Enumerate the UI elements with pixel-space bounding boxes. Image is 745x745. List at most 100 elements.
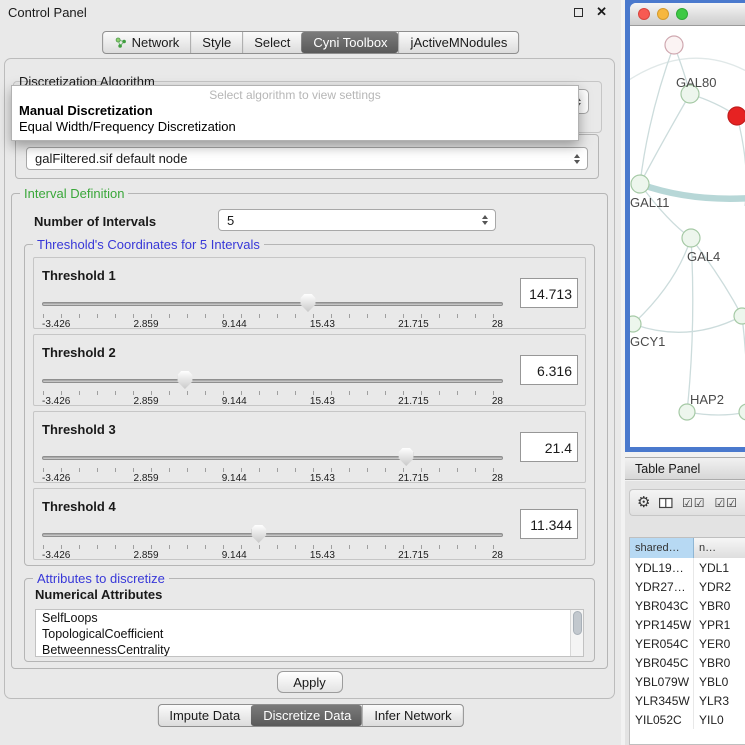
columns-icon[interactable] [659, 497, 673, 509]
scale-tick-label: 15.43 [310, 473, 335, 484]
slider-thumb[interactable] [300, 294, 315, 312]
table-row[interactable]: YBR043C YBR0 [630, 596, 745, 615]
table-row[interactable]: YBL079W YBL0 [630, 672, 745, 691]
table-data-selected-value: galFiltered.sif default node [35, 151, 187, 166]
tab-style[interactable]: Style [190, 32, 242, 53]
cell-name[interactable]: YBL0 [694, 672, 745, 691]
cell-name[interactable]: YLR3 [694, 691, 745, 710]
tab-infer-label: Infer Network [374, 708, 451, 723]
network-window-titlebar [630, 3, 745, 26]
table-panel-header[interactable]: Table Panel [625, 457, 745, 480]
tab-jactivemnodules[interactable]: jActiveMNodules [399, 32, 519, 53]
cell-name[interactable]: YIL0 [694, 710, 745, 729]
threshold-slider[interactable]: -3.426 2.859 9.144 15.43 21.715 28 [42, 452, 503, 484]
list-item[interactable]: TopologicalCoefficient [36, 626, 583, 642]
column-header-shared-name[interactable]: shared… [630, 538, 694, 558]
tab-discretize-data[interactable]: Discretize Data [251, 705, 362, 726]
network-canvas[interactable]: GAL80 GAL11 GAL4 GCY1 HAP2 [630, 26, 745, 447]
close-icon[interactable]: ✕ [596, 4, 607, 20]
network-node[interactable] [631, 175, 649, 193]
column-header-name[interactable]: n… [694, 538, 745, 558]
gear-icon[interactable]: ⚙ [637, 495, 650, 510]
thresholds-group-legend: Threshold's Coordinates for 5 Intervals [33, 237, 264, 252]
slider-track[interactable] [42, 302, 503, 306]
tab-cyni-toolbox[interactable]: Cyni Toolbox [301, 32, 398, 53]
table-row[interactable]: YLR345W YLR3 [630, 691, 745, 710]
threshold-slider[interactable]: -3.426 2.859 9.144 15.43 21.715 28 [42, 298, 503, 330]
threshold-slider[interactable]: -3.426 2.859 9.144 15.43 21.715 28 [42, 375, 503, 407]
network-node[interactable] [682, 229, 700, 247]
network-node[interactable] [739, 404, 745, 420]
cell-shared-name[interactable]: YER054C [630, 634, 694, 653]
table-row[interactable]: YDR27… YDR2 [630, 577, 745, 596]
table-row[interactable]: YPR145W YPR1 [630, 615, 745, 634]
scale-tick-label: -3.426 [42, 396, 70, 407]
close-traffic-light[interactable] [638, 8, 650, 20]
cell-name[interactable]: YBR0 [694, 653, 745, 672]
table-row[interactable]: YBR045C YBR0 [630, 653, 745, 672]
cell-name[interactable]: YPR1 [694, 615, 745, 634]
slider-thumb[interactable] [177, 371, 192, 389]
tab-discretize-label: Discretize Data [263, 708, 351, 723]
scrollbar-thumb[interactable] [573, 611, 582, 635]
tab-infer-network[interactable]: Infer Network [362, 705, 462, 726]
apply-button[interactable]: Apply [277, 671, 343, 693]
threshold-value-field[interactable]: 14.713 [520, 278, 578, 308]
float-window-icon[interactable] [574, 8, 583, 17]
list-item[interactable]: SelfLoops [36, 610, 583, 626]
cell-shared-name[interactable]: YLR345W [630, 691, 694, 710]
network-node[interactable] [734, 308, 745, 324]
thresholds-group: Threshold's Coordinates for 5 Intervals … [24, 244, 595, 566]
table-row[interactable]: YIL052C YIL0 [630, 710, 745, 729]
scale-tick-label: 28 [492, 473, 503, 484]
number-of-intervals-combobox[interactable]: 5 [218, 209, 496, 231]
tab-network-label: Network [132, 35, 180, 50]
cell-shared-name[interactable]: YPR145W [630, 615, 694, 634]
cell-shared-name[interactable]: YIL052C [630, 710, 694, 729]
cell-name[interactable]: YDL1 [694, 558, 745, 577]
bottom-tabbar: Impute Data Discretize Data Infer Networ… [157, 704, 463, 727]
zoom-traffic-light[interactable] [676, 8, 688, 20]
list-item[interactable]: BetweennessCentrality [36, 642, 583, 657]
table-row[interactable]: YDL19… YDL1 [630, 558, 745, 577]
scale-tick-label: 15.43 [310, 550, 335, 561]
cell-name[interactable]: YBR0 [694, 596, 745, 615]
cell-shared-name[interactable]: YDL19… [630, 558, 694, 577]
threshold-value-field[interactable]: 6.316 [520, 355, 578, 385]
network-node[interactable] [665, 36, 683, 54]
threshold-value-field[interactable]: 11.344 [520, 509, 578, 539]
tab-select[interactable]: Select [242, 32, 301, 53]
dropdown-option-equal-width[interactable]: Equal Width/Frequency Discretization [12, 119, 578, 135]
slider-thumb[interactable] [251, 525, 266, 543]
cell-shared-name[interactable]: YDR27… [630, 577, 694, 596]
network-node[interactable] [630, 316, 641, 332]
tab-network[interactable]: Network [103, 32, 191, 53]
tab-impute-label: Impute Data [169, 708, 240, 723]
cell-shared-name[interactable]: YBR045C [630, 653, 694, 672]
slider-track[interactable] [42, 379, 503, 383]
slider-track[interactable] [42, 533, 503, 537]
interval-definition-legend: Interval Definition [20, 186, 128, 201]
table-row[interactable]: YER054C YER0 [630, 634, 745, 653]
slider-track[interactable] [42, 456, 503, 460]
minimize-traffic-light[interactable] [657, 8, 669, 20]
select-none-checkbox-icon[interactable]: ☑☑ [714, 497, 738, 509]
list-scrollbar[interactable] [570, 610, 583, 656]
combo-stepper-icon [482, 215, 488, 225]
cell-name[interactable]: YER0 [694, 634, 745, 653]
network-view-window: GAL80 GAL11 GAL4 GCY1 HAP2 [625, 0, 745, 452]
cell-name[interactable]: YDR2 [694, 577, 745, 596]
select-all-checkbox-icon[interactable]: ☑☑ [682, 497, 706, 509]
table-data-combobox[interactable]: galFiltered.sif default node [26, 147, 588, 170]
threshold-value-field[interactable]: 21.4 [520, 432, 578, 462]
tab-impute-data[interactable]: Impute Data [158, 705, 251, 726]
scale-tick-label: 15.43 [310, 319, 335, 330]
network-node-selected[interactable] [728, 107, 745, 125]
slider-thumb[interactable] [399, 448, 414, 466]
threshold-slider[interactable]: -3.426 2.859 9.144 15.43 21.715 28 [42, 529, 503, 561]
cell-shared-name[interactable]: YBR043C [630, 596, 694, 615]
table-header-row: shared… n… [630, 538, 745, 558]
control-panel: Control Panel ✕ Network Style Select Cyn… [0, 0, 621, 745]
dropdown-option-manual[interactable]: Manual Discretization [12, 103, 578, 119]
cell-shared-name[interactable]: YBL079W [630, 672, 694, 691]
